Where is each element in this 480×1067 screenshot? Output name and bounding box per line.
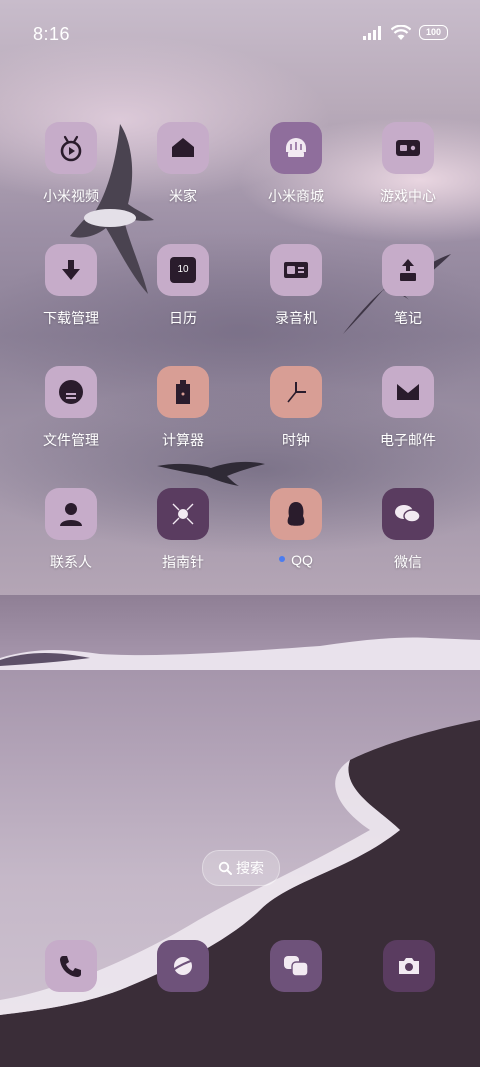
app-label: 计算器 <box>162 432 204 448</box>
app-label: 文件管理 <box>43 432 99 448</box>
dock-phone[interactable] <box>45 940 97 992</box>
app-label: 时钟 <box>282 432 310 448</box>
calendar-icon: 10 <box>157 244 209 296</box>
app-downloads[interactable]: 下载管理 <box>15 244 127 328</box>
app-label: 电子邮件 <box>380 432 436 448</box>
app-notes[interactable]: 笔记 <box>352 244 464 328</box>
status-time: 8:16 <box>33 24 71 44</box>
game-console-icon <box>382 122 434 174</box>
home-icon <box>157 122 209 174</box>
download-arrow-icon <box>45 244 97 296</box>
app-mi-store[interactable]: 小米商城 <box>240 122 352 206</box>
app-contacts[interactable]: 联系人 <box>15 488 127 572</box>
dock-camera[interactable] <box>383 940 435 992</box>
app-label: 米家 <box>169 188 197 204</box>
app-qq[interactable]: QQ <box>240 488 352 568</box>
search-icon <box>218 861 232 875</box>
app-label: 下载管理 <box>43 310 99 326</box>
app-clock[interactable]: 时钟 <box>240 366 352 450</box>
app-mi-video[interactable]: 小米视频 <box>15 122 127 206</box>
status-icons: 100 <box>363 25 448 40</box>
app-label: 微信 <box>394 554 422 570</box>
calendar-date: 10 <box>170 257 196 283</box>
app-label-text: QQ <box>291 552 313 568</box>
store-bag-icon <box>270 122 322 174</box>
mail-icon <box>382 366 434 418</box>
app-mijia[interactable]: 米家 <box>127 122 239 206</box>
app-wechat[interactable]: 微信 <box>352 488 464 572</box>
status-bar: 8:16 100 <box>0 0 480 68</box>
app-compass[interactable]: 指南针 <box>127 488 239 572</box>
wallpaper-wave <box>0 637 480 670</box>
app-email[interactable]: 电子邮件 <box>352 366 464 450</box>
camera-icon <box>399 958 419 974</box>
app-label: 游戏中心 <box>380 188 436 204</box>
phone-icon <box>60 956 81 977</box>
app-calendar[interactable]: 10 日历 <box>127 244 239 328</box>
wifi-icon <box>391 25 411 40</box>
app-label: 指南针 <box>162 554 204 570</box>
app-label: 小米商城 <box>268 188 324 204</box>
app-game-center[interactable]: 游戏中心 <box>352 122 464 206</box>
app-file-manager[interactable]: 文件管理 <box>15 366 127 450</box>
file-manager-icon <box>45 366 97 418</box>
app-label: 笔记 <box>394 310 422 326</box>
signal-icon <box>363 25 381 40</box>
search-label: 搜索 <box>236 860 264 876</box>
app-label: 日历 <box>169 310 197 326</box>
dock-browser[interactable] <box>157 940 209 992</box>
note-icon <box>382 244 434 296</box>
recorder-icon <box>270 244 322 296</box>
calculator-icon <box>157 366 209 418</box>
clock-icon <box>270 366 322 418</box>
app-label: 录音机 <box>275 310 317 326</box>
search-button[interactable]: 搜索 <box>202 850 280 886</box>
battery-icon: 100 <box>419 25 448 40</box>
seagull-bird <box>157 461 265 486</box>
qq-penguin-icon <box>270 488 322 540</box>
app-calculator[interactable]: 计算器 <box>127 366 239 450</box>
wechat-icon <box>382 488 434 540</box>
browser-planet-icon <box>172 957 195 975</box>
notification-dot <box>279 556 286 563</box>
app-label: 小米视频 <box>43 188 99 204</box>
dock-messages[interactable] <box>270 940 322 992</box>
app-recorder[interactable]: 录音机 <box>240 244 352 328</box>
app-label: QQ <box>240 552 352 568</box>
app-label: 联系人 <box>50 554 92 570</box>
tv-play-icon <box>45 122 97 174</box>
messages-icon <box>284 956 309 977</box>
contact-person-icon <box>45 488 97 540</box>
compass-icon <box>157 488 209 540</box>
